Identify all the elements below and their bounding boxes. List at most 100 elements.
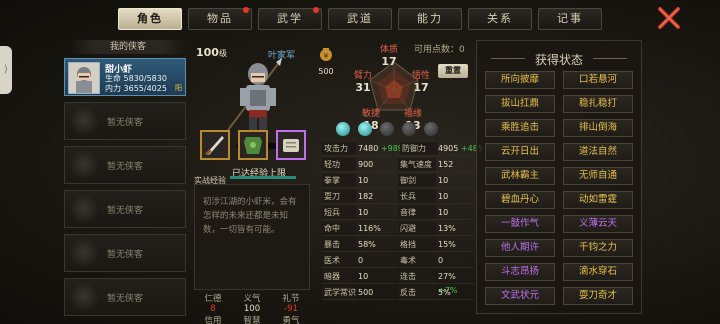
stat-label: 音律 bbox=[398, 206, 436, 220]
notification-dot bbox=[243, 7, 249, 13]
stat-value: 500 bbox=[356, 286, 396, 300]
virtue-wisdom: 智慧3 bbox=[233, 314, 271, 324]
virtue-benevolence: 仁德 8 bbox=[194, 292, 232, 314]
status-button[interactable]: 乘胜追击 bbox=[485, 119, 555, 137]
stat-label: 御剑 bbox=[398, 174, 436, 188]
stat-label: 命中 bbox=[322, 222, 356, 236]
gem-socket-empty[interactable] bbox=[424, 122, 438, 136]
stat-value-text: 7480 bbox=[358, 144, 379, 153]
status-button[interactable]: 文武状元 bbox=[485, 287, 555, 305]
stat-row: 拳掌 10 御剑 10 bbox=[322, 174, 474, 188]
armor-icon bbox=[244, 137, 262, 154]
roster-slot-empty[interactable]: 暂无侠客 bbox=[64, 234, 186, 272]
roster-slot-empty[interactable]: 暂无侠客 bbox=[64, 102, 186, 140]
tab-relations[interactable]: 关系 bbox=[468, 8, 532, 30]
status-button[interactable]: 千钧之力 bbox=[563, 239, 633, 257]
status-button[interactable]: 道法自然 bbox=[563, 143, 633, 161]
stat-value: 182 bbox=[356, 190, 396, 204]
attr-value: 17 bbox=[381, 55, 397, 68]
stat-label: 攻击力 bbox=[322, 142, 356, 156]
virtue-name: 仁德 bbox=[204, 294, 222, 304]
status-button[interactable]: 武林霸主 bbox=[485, 167, 555, 185]
empty-slot-label: 暂无侠客 bbox=[106, 294, 143, 304]
stat-value-text: 4905 bbox=[438, 144, 459, 153]
stat-row: 短兵 10 音律 10 bbox=[322, 206, 474, 220]
gem-socket-filled[interactable] bbox=[358, 122, 372, 136]
stat-label: 暗器 bbox=[322, 270, 356, 284]
stat-value: 27% +7% bbox=[436, 270, 474, 295]
status-button[interactable]: 耍刀奇才 bbox=[563, 287, 633, 305]
status-button[interactable]: 他人期许 bbox=[485, 239, 555, 257]
roster-slot-empty[interactable]: 暂无侠客 bbox=[64, 278, 186, 316]
gem-socket-empty[interactable] bbox=[402, 122, 416, 136]
virtue-name: 智慧 bbox=[243, 316, 261, 324]
status-button[interactable]: 一鼓作气 bbox=[485, 215, 555, 233]
acquired-status-panel: 获得状态 所向披靡 口若悬河 拔山扛鼎 稳扎稳打 乘胜追击 排山倒海 云开日出 道法自然 武林霸… bbox=[476, 40, 642, 314]
tab-role[interactable]: 角色 bbox=[118, 8, 182, 30]
stat-value: 10 bbox=[436, 206, 474, 220]
weapon-slot[interactable] bbox=[200, 130, 230, 160]
status-button[interactable]: 无师自通 bbox=[563, 167, 633, 185]
stat-label: 防御力 bbox=[400, 142, 438, 156]
stat-label: 毒术 bbox=[398, 254, 436, 268]
stat-value: 0 bbox=[436, 254, 474, 268]
close-button[interactable] bbox=[656, 6, 682, 30]
stat-value: 5% bbox=[436, 286, 474, 300]
virtue-value: 8 bbox=[210, 304, 216, 314]
notification-dot bbox=[313, 7, 319, 13]
stat-value: 900 bbox=[356, 158, 396, 172]
gem-socket-empty[interactable] bbox=[380, 122, 394, 136]
virtue-righteousness: 义气 100 bbox=[233, 292, 271, 314]
level-value: 100 bbox=[196, 46, 219, 59]
status-button[interactable]: 斗志昂扬 bbox=[485, 263, 555, 281]
stat-label: 集气速度 bbox=[398, 158, 436, 172]
status-button[interactable]: 义薄云天 bbox=[563, 215, 633, 233]
blade-icon bbox=[205, 136, 224, 156]
tab-label: 武道 bbox=[347, 12, 373, 25]
reset-points-button[interactable]: 重置 bbox=[438, 64, 468, 78]
status-button[interactable]: 所向披靡 bbox=[485, 71, 555, 89]
virtue-name: 信用 bbox=[204, 316, 222, 324]
status-button[interactable]: 口若悬河 bbox=[563, 71, 633, 89]
main-tab-bar: 角色 物品 武学 武道 能力 关系 记事 bbox=[118, 7, 638, 32]
tab-martial-arts[interactable]: 武学 bbox=[258, 7, 322, 30]
status-button[interactable]: 动如雷霆 bbox=[563, 191, 633, 209]
status-button[interactable]: 云开日出 bbox=[485, 143, 555, 161]
accessory-slot[interactable] bbox=[276, 130, 306, 160]
tab-abilities[interactable]: 能力 bbox=[398, 8, 462, 30]
stat-row: 命中 116% 闪避 13% bbox=[322, 222, 474, 236]
tab-martial-way[interactable]: 武道 bbox=[328, 8, 392, 30]
stat-row: 攻击力 7480 +989 防御力 4905 +485 bbox=[322, 142, 488, 156]
tab-items[interactable]: 物品 bbox=[188, 7, 252, 30]
tab-journal[interactable]: 记事 bbox=[538, 8, 602, 30]
armor-slot[interactable] bbox=[238, 130, 268, 160]
status-button[interactable]: 稳扎稳打 bbox=[563, 95, 633, 113]
stat-value: 10 bbox=[356, 270, 396, 284]
roster-slot-empty[interactable]: 暂无侠客 bbox=[64, 190, 186, 228]
stat-row: 耍刀 182 长兵 10 bbox=[322, 190, 474, 204]
stat-label: 武学常识 bbox=[322, 286, 356, 300]
status-button[interactable]: 拔山扛鼎 bbox=[485, 95, 555, 113]
empty-slot-label: 暂无侠客 bbox=[106, 118, 143, 128]
roster-slot-hero[interactable]: 甜小虾 生命 5830/5830 内力 3655/4025 阳 bbox=[64, 58, 186, 96]
gem-socket-filled[interactable] bbox=[336, 122, 350, 136]
attr-name: 悟性 bbox=[412, 71, 431, 81]
stat-value: 0 bbox=[356, 254, 396, 268]
virtue-value: 100 bbox=[243, 304, 261, 314]
tab-label: 角色 bbox=[137, 12, 163, 25]
stat-label: 耍刀 bbox=[322, 190, 356, 204]
attr-value: 31 bbox=[355, 81, 371, 94]
roster-slot-empty[interactable]: 暂无侠客 bbox=[64, 146, 186, 184]
stat-label: 格挡 bbox=[398, 238, 436, 252]
status-button[interactable]: 排山倒海 bbox=[563, 119, 633, 137]
virtue-value: -91 bbox=[284, 304, 298, 314]
close-icon bbox=[658, 7, 680, 29]
attr-name: 敏捷 bbox=[362, 109, 381, 119]
tab-label: 武学 bbox=[277, 12, 303, 25]
status-button[interactable]: 滴水穿石 bbox=[563, 263, 633, 281]
side-drawer-handle[interactable]: ⟩ bbox=[0, 46, 12, 94]
game-screen: ⟩ 角色 物品 武学 武道 能力 关系 记事 我的侠客 甜小虾 生命 5830/… bbox=[0, 0, 720, 324]
stat-value: 10 bbox=[356, 206, 396, 220]
status-button[interactable]: 碧血丹心 bbox=[485, 191, 555, 209]
tab-label: 关系 bbox=[487, 12, 513, 25]
